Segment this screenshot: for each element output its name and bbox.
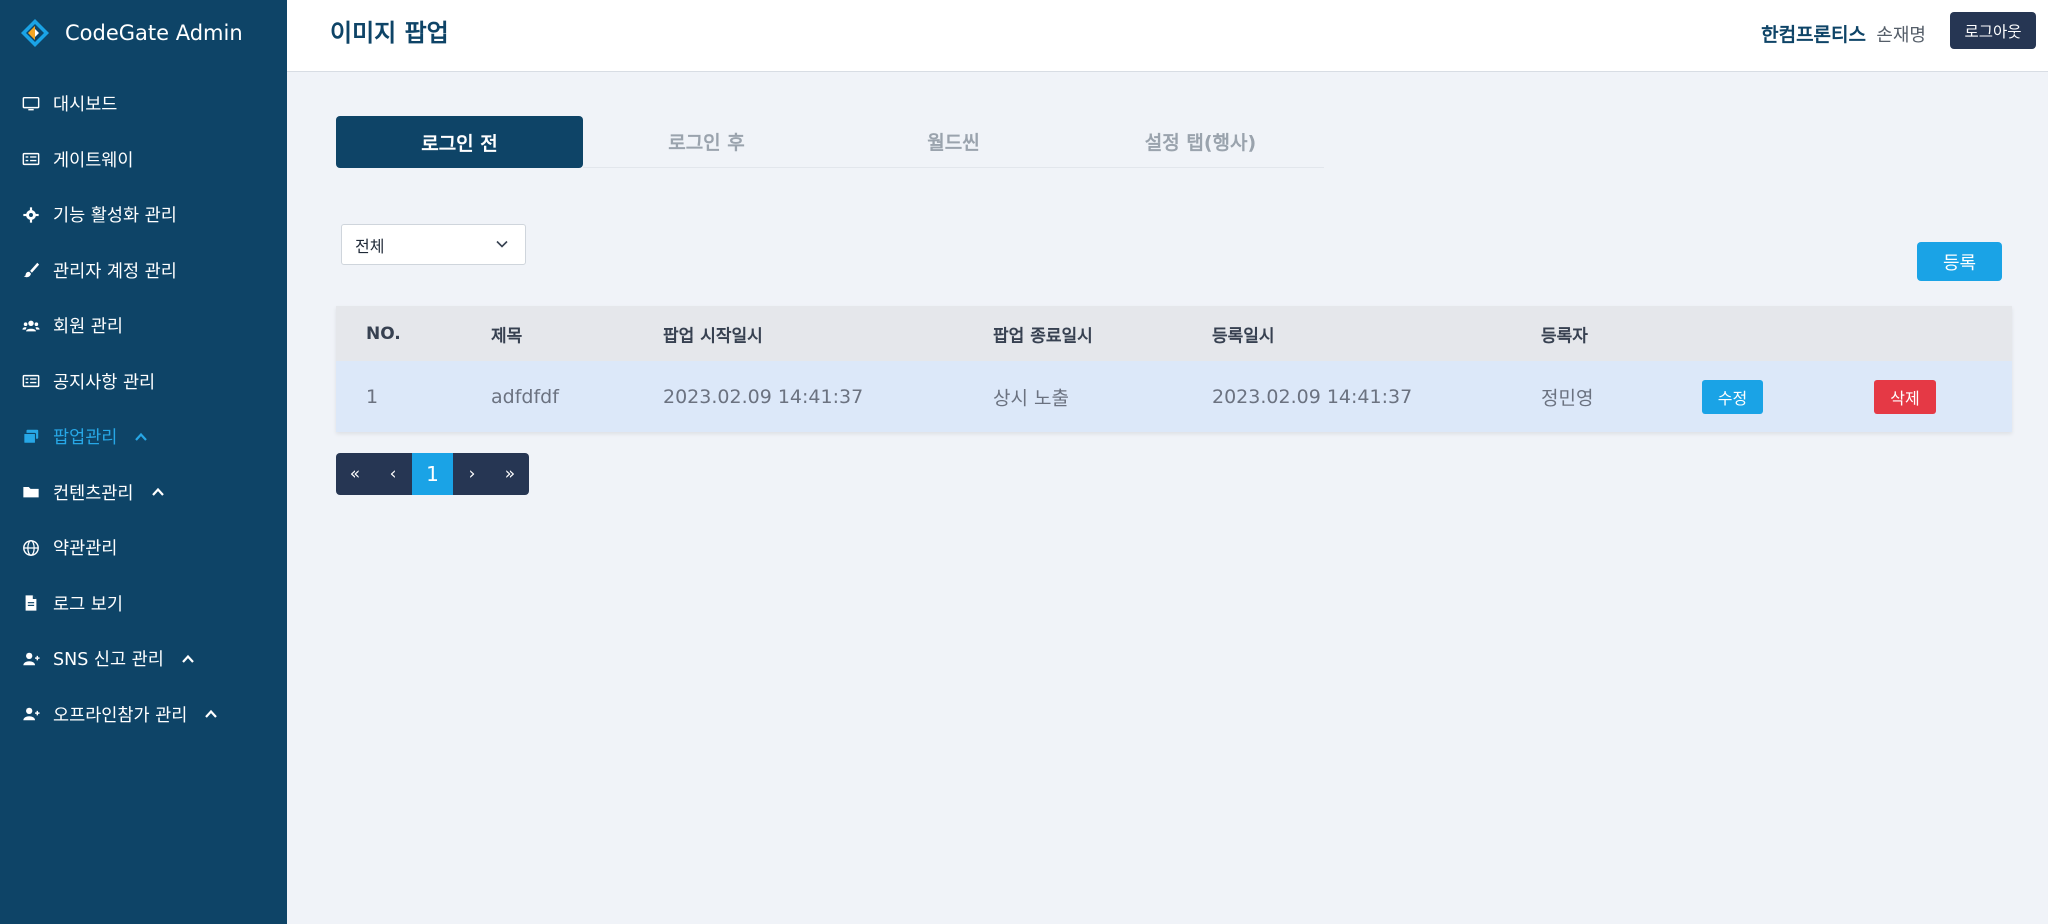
user-plus-icon [21,649,41,669]
logout-button[interactable]: 로그아웃 [1950,12,2036,49]
filter-selected-value: 전체 [355,236,385,256]
sidebar: CodeGate Admin 대시보드 게이트웨이 기능 활성화 관리 관리자 … [0,0,287,924]
sidebar-item-label: SNS 신고 관리 [53,650,164,671]
chevron-up-icon[interactable] [203,705,221,723]
chevron-up-icon[interactable] [180,650,198,668]
chevron-down-icon [494,236,510,252]
register-button[interactable]: 등록 [1917,242,2002,281]
gateway-icon [21,149,41,169]
pagination: « ‹ 1 › » [336,453,529,495]
table-header: NO. 제목 팝업 시작일시 팝업 종료일시 등록일시 등록자 [336,306,2012,361]
sidebar-item-dashboard[interactable]: 대시보드 [0,76,287,132]
user-organization: 한컴프론티스 [1761,24,1866,46]
brush-icon [21,260,41,280]
sidebar-item-gateway[interactable]: 게이트웨이 [0,132,287,188]
top-header: 이미지 팝업 한컴프론티스 손재명 로그아웃 [287,0,2048,72]
sidebar-item-label: 공지사항 관리 [53,372,156,393]
cell-end: 상시 노출 [993,387,1069,409]
page-last-button[interactable]: » [491,453,529,495]
users-icon [21,316,41,336]
brand[interactable]: CodeGate Admin [20,14,243,52]
sidebar-nav: 대시보드 게이트웨이 기능 활성화 관리 관리자 계정 관리 회원 관리 공지사… [0,76,287,742]
sidebar-item-label: 로그 보기 [53,594,123,615]
column-header-title: 제목 [491,326,523,346]
chevron-up-icon[interactable] [133,428,151,446]
page-first-button[interactable]: « [336,453,374,495]
monitor-icon [21,94,41,114]
user-plus-icon [21,704,41,724]
sidebar-item-logs[interactable]: 로그 보기 [0,576,287,632]
codegate-logo-icon [20,18,50,48]
folder-icon [21,482,41,502]
column-header-author: 등록자 [1541,326,1588,346]
sidebar-item-label: 오프라인참가 관리 [53,705,188,726]
cell-title: adfdfdf [491,385,559,408]
sidebar-item-label: 회원 관리 [53,317,123,338]
user-name: 손재명 [1876,25,1926,46]
sidebar-item-members[interactable]: 회원 관리 [0,298,287,354]
sidebar-item-notices[interactable]: 공지사항 관리 [0,354,287,410]
tab-before-login[interactable]: 로그인 전 [336,116,583,168]
globe-icon [21,538,41,558]
column-header-no: NO. [366,323,401,344]
sidebar-item-label: 기능 활성화 관리 [53,206,177,227]
gear-icon [21,205,41,225]
page-title: 이미지 팝업 [330,19,449,47]
popup-table: NO. 제목 팝업 시작일시 팝업 종료일시 등록일시 등록자 1 adfdfd… [336,306,2012,432]
notice-icon [21,371,41,391]
cell-registered: 2023.02.09 14:41:37 [1212,385,1413,408]
sidebar-item-contents[interactable]: 컨텐츠관리 [0,465,287,521]
delete-button[interactable]: 삭제 [1874,379,1936,414]
sidebar-item-label: 관리자 계정 관리 [53,261,177,282]
tab-after-login[interactable]: 로그인 후 [583,116,830,168]
column-header-start: 팝업 시작일시 [663,326,763,346]
sidebar-item-offline-participation[interactable]: 오프라인참가 관리 [0,687,287,743]
sidebar-item-popups[interactable]: 팝업관리 [0,409,287,465]
sidebar-item-label: 대시보드 [53,95,118,116]
sidebar-item-terms[interactable]: 약관관리 [0,520,287,576]
sidebar-item-sns-reports[interactable]: SNS 신고 관리 [0,631,287,687]
brand-name: CodeGate Admin [65,21,243,45]
popup-tabs: 로그인 전 로그인 후 월드씬 설정 탭(행사) [336,116,1324,168]
tab-settings-event[interactable]: 설정 탭(행사) [1077,116,1324,168]
cell-start: 2023.02.09 14:41:37 [663,385,864,408]
page-next-button[interactable]: › [453,453,491,495]
sidebar-item-label: 팝업관리 [53,428,118,449]
table-row[interactable]: 1 adfdfdf 2023.02.09 14:41:37 상시 노출 2023… [336,361,2012,432]
filter-select[interactable]: 전체 [341,224,526,265]
sidebar-item-label: 약관관리 [53,539,118,560]
chevron-up-icon[interactable] [150,483,168,501]
cell-author: 정민영 [1541,387,1594,409]
file-icon [21,593,41,613]
page-current[interactable]: 1 [412,453,453,495]
column-header-registered: 등록일시 [1212,326,1275,346]
column-header-end: 팝업 종료일시 [993,326,1093,346]
sidebar-item-admin-accounts[interactable]: 관리자 계정 관리 [0,243,287,299]
sidebar-item-label: 컨텐츠관리 [53,483,134,504]
popup-icon [21,427,41,447]
edit-button[interactable]: 수정 [1702,379,1763,414]
cell-no: 1 [366,385,379,408]
sidebar-item-feature-activation[interactable]: 기능 활성화 관리 [0,187,287,243]
page-prev-button[interactable]: ‹ [374,453,412,495]
tab-world-scene[interactable]: 월드씬 [830,116,1077,168]
sidebar-item-label: 게이트웨이 [53,150,134,171]
